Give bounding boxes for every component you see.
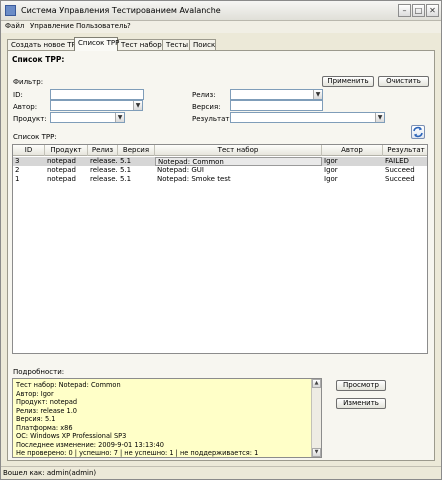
tpp-list-label: Список TPP: (13, 133, 57, 141)
table-row[interactable]: 2 notepad release... 5.1 Notepad: GUI Ig… (13, 166, 427, 175)
version-input[interactable] (230, 100, 323, 111)
cell-result: Succeed (385, 175, 415, 183)
close-button[interactable]: ✕ (426, 4, 439, 17)
window-title: Система Управления Тестированием Avalanc… (21, 6, 221, 15)
column-header-release[interactable]: Релиз (88, 145, 118, 156)
chevron-down-icon: ▼ (133, 101, 142, 110)
tab-tpp-list[interactable]: Список TPP (74, 37, 119, 51)
menu-bar: Файл Управление Пользователь ? (1, 21, 441, 33)
scroll-down-icon[interactable]: ▼ (312, 448, 321, 457)
cell-product: notepad (47, 166, 76, 174)
detail-line: ОС: Windows XP Professional SP3 (16, 432, 127, 440)
cell-id: 2 (15, 166, 20, 174)
cell-version: 5.1 (120, 175, 132, 183)
menu-file[interactable]: Файл (5, 22, 24, 30)
cell-version: 5.1 (120, 166, 132, 174)
tpp-list-panel: Список TPP: Фильтр: Применить Очистить I… (7, 50, 435, 461)
column-header-test-set[interactable]: Тест набор (155, 145, 322, 156)
clear-button[interactable]: Очистить (378, 76, 429, 87)
column-header-id[interactable]: ID (13, 145, 45, 156)
apply-button[interactable]: Применить (322, 76, 374, 87)
detail-line: Не проверено: 0 | успешно: 7 | не успешн… (16, 449, 259, 457)
minimize-button[interactable]: – (398, 4, 411, 17)
menu-help[interactable]: ? (127, 22, 131, 30)
details-scrollbar[interactable]: ▲ ▼ (311, 379, 321, 457)
cell-result: FAILED (385, 157, 409, 165)
release-select[interactable]: ▼ (230, 89, 323, 100)
table-row[interactable]: 1 notepad release... 5.1 Notepad: Smoke … (13, 175, 427, 184)
details-label: Подробности: (13, 368, 65, 376)
cell-author: Igor (324, 175, 338, 183)
release-label: Релиз: (192, 91, 216, 99)
cell-release: release... (90, 175, 118, 183)
column-header-result[interactable]: Результат (383, 145, 427, 156)
maximize-button[interactable]: □ (412, 4, 425, 17)
cell-product: notepad (47, 175, 76, 183)
author-label: Автор: (13, 103, 38, 111)
cell-release: release... (90, 157, 118, 165)
cell-version: 5.1 (120, 157, 132, 165)
edit-button[interactable]: Изменить (336, 398, 386, 409)
product-select[interactable]: ▼ (50, 112, 125, 123)
version-label: Версия: (192, 103, 221, 111)
cell-result: Succeed (385, 166, 415, 174)
status-bar: Вошел как: admin(admin) (1, 466, 441, 479)
title-bar[interactable]: Система Управления Тестированием Avalanc… (1, 1, 441, 21)
chevron-down-icon: ▼ (313, 90, 322, 99)
column-header-version[interactable]: Версия (118, 145, 155, 156)
scroll-up-icon[interactable]: ▲ (312, 379, 321, 388)
author-select[interactable]: ▼ (50, 100, 143, 111)
result-select[interactable]: ▼ (230, 112, 385, 123)
chevron-down-icon: ▼ (115, 113, 124, 122)
table-row[interactable]: 3 notepad release... 5.1 Notepad: Common… (13, 157, 427, 166)
column-header-author[interactable]: Автор (322, 145, 383, 156)
chevron-down-icon: ▼ (375, 113, 384, 122)
view-button[interactable]: Просмотр (336, 380, 386, 391)
cell-id: 3 (15, 157, 20, 165)
app-window: Система Управления Тестированием Avalanc… (0, 0, 442, 480)
app-icon (5, 5, 16, 16)
detail-line: Релиз: release 1.0 (16, 407, 77, 415)
menu-user[interactable]: Пользователь (76, 22, 128, 30)
cell-test-set: Notepad: GUI (157, 166, 204, 174)
cell-id: 1 (15, 175, 20, 183)
column-header-product[interactable]: Продукт (45, 145, 88, 156)
status-text: Вошел как: admin(admin) (3, 469, 97, 477)
result-label: Результат: (192, 115, 232, 123)
detail-line: Продукт: notepad (16, 398, 78, 406)
id-label: ID: (13, 91, 23, 99)
product-label: Продукт: (13, 115, 47, 123)
menu-manage[interactable]: Управление (30, 22, 74, 30)
detail-line: Автор: Igor (16, 390, 54, 398)
detail-line: Тест набор: Notepad: Common (16, 381, 121, 389)
page-title: Список TPP: (12, 55, 65, 64)
refresh-icon (413, 126, 423, 138)
cell-author: Igor (324, 166, 338, 174)
refresh-button[interactable] (411, 125, 425, 139)
cell-author: Igor (324, 157, 338, 165)
tpp-table: ID Продукт Релиз Версия Тест набор Автор… (12, 144, 428, 354)
detail-line: Последнее изменение: 2009-9-01 13:13:40 (16, 441, 164, 449)
cell-product: notepad (47, 157, 76, 165)
details-box[interactable]: Тест набор: Notepad: Common Автор: Igor … (12, 378, 322, 458)
detail-line: Версия: 5.1 (16, 415, 56, 423)
cell-test-set: Notepad: Smoke test (157, 175, 231, 183)
cell-release: release... (90, 166, 118, 174)
table-header: ID Продукт Релиз Версия Тест набор Автор… (13, 145, 427, 156)
filter-label: Фильтр: (13, 78, 44, 86)
detail-line: Платформа: x86 (16, 424, 73, 432)
id-input[interactable] (50, 89, 144, 100)
cell-test-set: Notepad: Common (155, 157, 322, 166)
